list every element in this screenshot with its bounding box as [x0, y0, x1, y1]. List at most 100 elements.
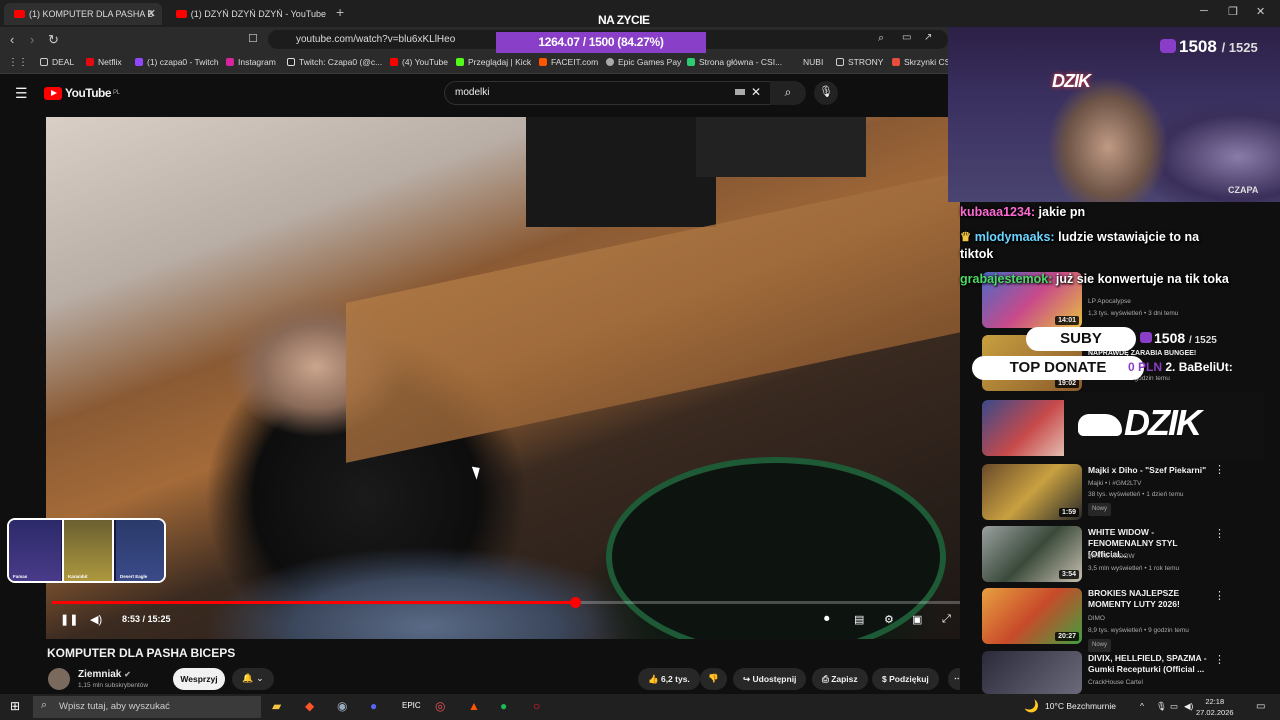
subtitles-icon[interactable]: ▤: [854, 613, 864, 626]
volume-icon[interactable]: ◀): [90, 613, 102, 626]
bookmark-item[interactable]: Skrzynki CSx: [892, 57, 955, 67]
thumbs-up-icon: 👍: [648, 674, 659, 684]
miniplayer-icon[interactable]: ▣: [912, 613, 922, 626]
share-button[interactable]: ↪ Udostępnij: [733, 668, 807, 690]
video-title[interactable]: Majki x Diho - "Szef Piekarni": [1088, 465, 1213, 476]
youtube-logo[interactable]: YouTube PL: [44, 86, 120, 100]
weather-text[interactable]: 10°C Bezchmurnie: [1045, 701, 1116, 711]
tab-active[interactable]: (1) KOMPUTER DLA PASHA B ✕: [4, 3, 162, 25]
bookmark-item[interactable]: Twitch: Czapa0 (@c...: [287, 57, 382, 67]
bookmark-item[interactable]: (1) czapa0 - Twitch: [135, 57, 219, 67]
notifications-icon[interactable]: ▭: [1256, 701, 1265, 712]
zoom-icon[interactable]: ⌕: [878, 32, 884, 45]
progress-bar[interactable]: [52, 597, 960, 608]
microphone-icon[interactable]: 🎙: [1156, 701, 1167, 712]
bookmark-item[interactable]: STRONY: [836, 57, 883, 67]
reload-icon[interactable]: ↻: [48, 32, 59, 48]
menu-icon[interactable]: ☰: [15, 85, 28, 102]
windows-start-icon[interactable]: ⊞: [10, 699, 20, 713]
file-explorer-icon[interactable]: ▰: [272, 699, 281, 713]
clock[interactable]: 22:18 27.02.2026: [1196, 696, 1234, 718]
video-title[interactable]: BROKIES NAJLEPSZE MOMENTY LUTY 2026!: [1088, 588, 1213, 610]
epic-games-icon[interactable]: EPIC: [402, 701, 421, 710]
forward-icon[interactable]: ›: [30, 32, 34, 47]
chat-message: kubaaa1234: jakie pn: [960, 205, 1086, 219]
chat-message: ♛ mlodymaaks: ludzie wstawiajcie to na: [960, 230, 1200, 244]
youtube-logo-icon: [44, 86, 62, 100]
support-button[interactable]: Wesprzyj: [173, 668, 225, 690]
video-thumbnail[interactable]: 20:27: [982, 588, 1082, 644]
new-badge: Nowy: [1088, 637, 1213, 652]
video-channel: DIMO: [1088, 615, 1105, 622]
discord-icon[interactable]: ●: [370, 699, 377, 713]
sub-icon: [1160, 39, 1176, 53]
more-icon[interactable]: ⋮: [1214, 463, 1225, 476]
video-thumbnail[interactable]: [982, 651, 1082, 694]
voice-search-button[interactable]: 🎙: [814, 81, 838, 105]
verified-icon: ✔: [124, 670, 131, 679]
like-button[interactable]: 👍 6,2 tys.: [638, 668, 700, 690]
video-channel: CrackHouse Cartel: [1088, 679, 1143, 686]
cast-icon[interactable]: ▭: [902, 32, 911, 43]
restore-icon[interactable]: ❐: [1228, 5, 1238, 18]
bookmark-item[interactable]: (4) YouTube: [390, 57, 448, 67]
apps-icon[interactable]: ⋮⋮: [8, 57, 28, 68]
video-meta: • 6 godzin temu: [1125, 375, 1170, 382]
sub-counter: 1508 / 1525: [1160, 37, 1258, 57]
video-thumbnail[interactable]: 1:59: [982, 464, 1082, 520]
chat-message: tiktok: [960, 247, 994, 261]
brave-icon[interactable]: ◆: [305, 699, 314, 713]
video-meta: 1,3 tys. wyświetleń • 3 dni temu: [1088, 310, 1179, 317]
bookmark-item[interactable]: Epic Games Pay: [606, 57, 681, 67]
channel-name[interactable]: Ziemniak ✔: [78, 669, 131, 680]
progress-handle[interactable]: [570, 597, 581, 608]
video-title[interactable]: DIVIX, HELLFIELD, SPAZMA - Gumki Receptu…: [1088, 653, 1213, 675]
bookmark-item[interactable]: FACEIT.com: [539, 57, 598, 67]
new-badge: Nowy: [1088, 501, 1213, 516]
minimize-icon[interactable]: ─: [1200, 5, 1208, 17]
tab-inactive[interactable]: (1) DZYŃ DZYŃ DZYŃ - YouTube: [166, 3, 326, 25]
faceit-icon[interactable]: ▲: [468, 699, 480, 713]
avatar[interactable]: [48, 668, 70, 690]
fullscreen-icon[interactable]: ⤢: [942, 613, 951, 626]
spotify-icon[interactable]: ●: [500, 699, 507, 713]
search-button[interactable]: ⌕: [770, 81, 806, 105]
clear-search-icon[interactable]: ✕: [751, 85, 761, 99]
search-input[interactable]: modelki ✕: [444, 81, 774, 105]
bookmark-item[interactable]: Przeglądaj | Kick: [456, 57, 531, 67]
opera-icon[interactable]: ○: [533, 699, 540, 713]
settings-gear-icon[interactable]: ⚙: [884, 613, 894, 626]
back-icon[interactable]: ‹: [10, 32, 14, 47]
sub-counter-overlay: 1508 / 1525: [1140, 330, 1217, 346]
video-thumbnail[interactable]: 3:54: [982, 526, 1082, 582]
network-icon[interactable]: ▭: [1170, 701, 1178, 712]
bookmark-item[interactable]: DEAL: [40, 57, 74, 67]
keyboard-icon[interactable]: [735, 89, 745, 95]
save-button[interactable]: ⎙ Zapisz: [812, 668, 868, 690]
bookmark-icon[interactable]: ☐: [248, 32, 258, 45]
autoplay-toggle-icon[interactable]: ⏺: [824, 613, 830, 626]
share-icon[interactable]: ↗: [924, 32, 932, 43]
close-icon[interactable]: ✕: [147, 7, 156, 20]
obs-icon[interactable]: ◎: [435, 699, 445, 713]
more-icon[interactable]: ⋮: [1214, 589, 1225, 602]
dislike-button[interactable]: 👎: [700, 668, 727, 690]
close-window-icon[interactable]: ✕: [1256, 5, 1265, 18]
bookmark-item[interactable]: Netflix: [86, 57, 122, 67]
bookmark-item[interactable]: NUBI: [803, 57, 823, 67]
notifications-button[interactable]: 🔔 ⌄: [232, 668, 274, 690]
video-frame-monitor: [526, 117, 716, 227]
taskbar-search[interactable]: ⌕ Wpisz tutaj, aby wyszukać: [33, 696, 261, 718]
search-icon: ⌕: [41, 699, 48, 711]
pause-icon[interactable]: ❚❚: [60, 613, 78, 626]
new-tab-icon[interactable]: +: [336, 4, 344, 20]
more-icon[interactable]: ⋮: [1214, 527, 1225, 540]
bookmark-item[interactable]: Instagram: [226, 57, 276, 67]
thanks-button[interactable]: $ Podziękuj: [872, 668, 939, 690]
video-player[interactable]: [46, 117, 964, 639]
steam-icon[interactable]: ◉: [337, 699, 347, 713]
more-icon[interactable]: ⋮: [1214, 653, 1225, 666]
bookmark-item[interactable]: Strona główna - CSI...: [687, 57, 782, 67]
volume-icon[interactable]: ◀): [1184, 701, 1193, 712]
tray-chevron-icon[interactable]: ^: [1140, 701, 1144, 711]
